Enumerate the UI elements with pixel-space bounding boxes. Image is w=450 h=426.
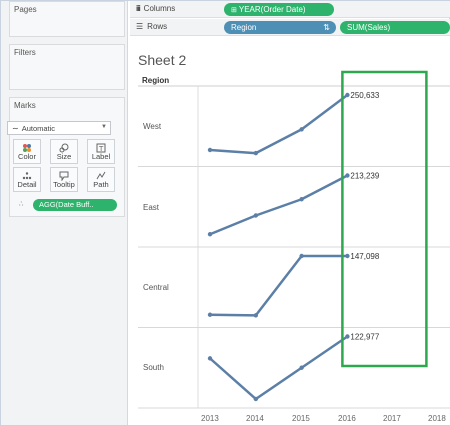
marks-title: Marks: [14, 101, 36, 110]
data-point-south-2015: [299, 365, 304, 370]
data-label-west: 250,633: [350, 91, 379, 100]
data-label-south: 122,977: [350, 333, 379, 342]
data-point-west-2014: [253, 150, 258, 156]
data-label-central: 147,098: [350, 252, 379, 261]
columns-shelf: iii Columns ⊞ YEAR(Order Date): [130, 1, 450, 18]
data-point-south-2016: [345, 334, 350, 339]
data-point-east-2014: [253, 213, 258, 218]
region-pill[interactable]: Region ⇅: [224, 21, 336, 34]
columns-shelf-label: iii Columns: [136, 4, 175, 13]
region-pill-label: Region: [231, 23, 257, 32]
color-button[interactable]: Color: [13, 139, 41, 164]
data-point-west-2016: [345, 92, 350, 98]
path-icon: [88, 171, 114, 183]
chevron-down-icon: ▼: [101, 124, 107, 130]
pages-title: Pages: [14, 5, 37, 14]
highlight-box: [341, 70, 428, 368]
rows-label: Rows: [147, 22, 168, 31]
mark-type-label: Automatic: [21, 123, 56, 133]
detail-icon: [14, 171, 40, 183]
color-dots-icon: [14, 143, 40, 155]
sort-icon: ⇅: [323, 23, 330, 32]
data-point-central-2016: [345, 253, 350, 259]
data-label-east: 213,239: [350, 172, 379, 181]
mark-type-dropdown[interactable]: ∼ Automatic ▼: [7, 121, 111, 135]
size-icon: [51, 143, 77, 155]
columns-icon: iii: [136, 4, 141, 13]
filters-title: Filters: [14, 48, 36, 57]
data-point-central-2013: [207, 312, 213, 317]
filters-card[interactable]: Filters: [9, 44, 125, 90]
series-line-central: [209, 254, 348, 317]
tooltip-button[interactable]: Tooltip: [50, 167, 78, 192]
data-point-east-2013: [207, 232, 213, 237]
series-line-east: [209, 174, 348, 236]
rows-icon: ☰: [136, 22, 144, 31]
data-point-central-2015: [299, 253, 304, 259]
data-point-east-2015: [299, 197, 304, 202]
sum-sales-pill[interactable]: SUM(Sales): [340, 21, 450, 34]
label-icon: T: [88, 143, 114, 155]
series-line-west: [209, 94, 349, 155]
columns-label: Columns: [143, 4, 176, 13]
size-button[interactable]: Size: [50, 139, 78, 164]
path-button[interactable]: Path: [87, 167, 115, 192]
rows-shelf-label: ☰ Rows: [136, 22, 167, 31]
line-chart: 250,633 213,239 147,098 122,977: [138, 70, 450, 409]
detail-field-icon: ∴: [19, 201, 24, 208]
data-point-east-2016: [345, 173, 350, 178]
year-order-date-pill[interactable]: ⊞ YEAR(Order Date): [224, 3, 334, 16]
series-line-south: [209, 335, 349, 401]
data-point-south-2013: [207, 356, 213, 361]
left-panel: Pages Filters Marks ∼ Automatic ▼ Color …: [1, 1, 128, 425]
pages-card[interactable]: Pages: [9, 1, 125, 37]
detail-button[interactable]: Detail: [13, 167, 41, 192]
sheet-area: Sheet 2 Region West East Central South 2…: [130, 36, 450, 425]
tooltip-icon: [51, 171, 77, 183]
data-point-west-2015: [299, 127, 304, 132]
data-point-west-2013: [207, 147, 213, 153]
svg-text:T: T: [98, 145, 104, 153]
date-field-icon: ⊞: [231, 7, 237, 14]
agg-date-buffer-pill[interactable]: AGG(Date Buff..: [33, 199, 117, 211]
label-button[interactable]: T Label: [87, 139, 115, 164]
data-point-south-2014: [253, 396, 258, 402]
rows-shelf: ☰ Rows Region ⇅ SUM(Sales): [130, 19, 450, 36]
year-order-date-label: YEAR(Order Date): [238, 5, 306, 14]
line-mark-icon: ∼: [12, 123, 19, 133]
data-point-central-2014: [253, 313, 258, 318]
